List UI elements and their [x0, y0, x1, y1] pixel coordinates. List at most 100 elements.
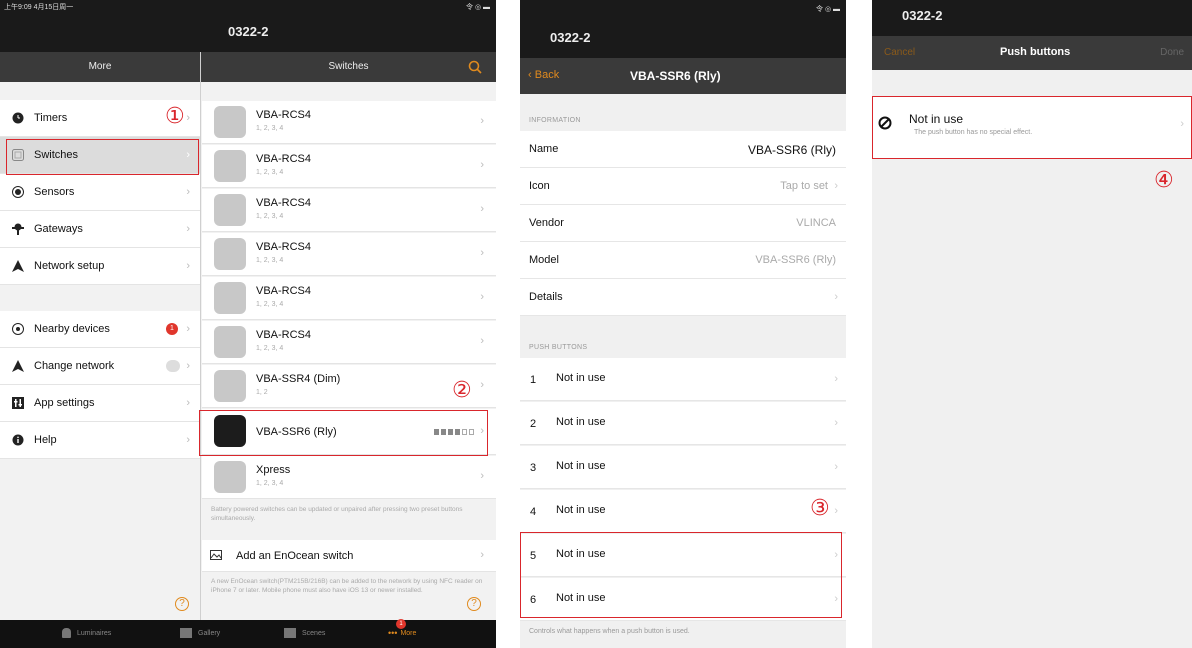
menu-item-network-setup[interactable]: Network setup ›	[0, 248, 200, 285]
device-title: 0322-2	[228, 24, 269, 39]
chevron-right-icon: ›	[186, 112, 190, 124]
row-label: Details	[529, 291, 563, 303]
switch-row[interactable]: Xpress 1, 2, 3, 4 ›	[202, 456, 496, 499]
switch-buttons: 1, 2, 3, 4	[256, 480, 284, 487]
menu-item-sensors[interactable]: Sensors ›	[0, 174, 200, 211]
switch-thumbnail	[214, 370, 246, 402]
chevron-right-icon: ›	[834, 461, 838, 473]
switch-row[interactable]: VBA-RCS4 1, 2, 3, 4 ›	[202, 321, 496, 364]
tab-gallery[interactable]: Gallery	[180, 628, 220, 638]
chevron-right-icon: ›	[834, 180, 838, 192]
menu-label: Change network	[34, 360, 115, 372]
status-bar-time: 上午9:09 4月15日周一	[4, 4, 74, 11]
tab-bar: Luminaires Gallery Scenes ••• More 1	[0, 619, 496, 648]
switch-row[interactable]: VBA-RCS4 1, 2, 3, 4 ›	[202, 277, 496, 320]
back-label: Back	[534, 69, 560, 81]
tab-scenes[interactable]: Scenes	[284, 628, 325, 638]
switch-buttons: 1, 2, 3, 4	[256, 301, 284, 308]
switch-buttons: 1, 2, 3, 4	[256, 257, 284, 264]
more-dots-icon: •••	[388, 628, 398, 638]
add-switch-row[interactable]: Add an EnOcean switch ›	[202, 540, 496, 572]
device-title: 0322-2	[902, 8, 943, 23]
chevron-right-icon: ›	[834, 291, 838, 303]
split-divider	[200, 52, 201, 620]
network-icon	[12, 360, 24, 372]
phone-push-button-picker: 0322-2 Cancel Push buttons Done Not in u…	[872, 0, 1192, 648]
cancel-button[interactable]: Cancel	[884, 47, 915, 58]
more-nav-bar: More	[0, 52, 200, 82]
settings-icon	[12, 397, 24, 409]
switch-buttons: 1, 2, 3, 4	[256, 169, 284, 176]
status-bar-icons: 令 ◎ ▬	[816, 6, 840, 13]
step-marker-1: ①	[165, 104, 185, 129]
back-button[interactable]: ‹ Back	[528, 69, 559, 81]
help-icon	[12, 434, 24, 446]
push-button-row[interactable]: 2 Not in use ›	[520, 402, 846, 445]
menu-label: Timers	[34, 112, 68, 124]
tab-more[interactable]: ••• More	[388, 628, 416, 638]
section-header-push-buttons: PUSH BUTTONS	[529, 344, 588, 351]
menu-label: Gateways	[34, 223, 83, 235]
info-row-name[interactable]: Name VBA-SSR6 (Rly)	[520, 131, 846, 168]
highlight-box-2	[199, 410, 488, 456]
menu-label: Help	[34, 434, 57, 446]
tab-label: Luminaires	[77, 629, 112, 637]
chevron-right-icon: ›	[480, 115, 484, 127]
scenes-icon	[284, 628, 296, 638]
button-action: Not in use	[556, 416, 606, 428]
sensor-icon	[12, 186, 24, 198]
button-action: Not in use	[556, 372, 606, 384]
battery-note: Battery powered switches can be updated …	[211, 506, 463, 522]
push-button-row[interactable]: 1 Not in use ›	[520, 358, 846, 401]
phone-device-detail-screen: 令 ◎ ▬ 0322-2 ‹ Back VBA-SSR6 (Rly) INFOR…	[520, 0, 846, 648]
nav-title: Push buttons	[1000, 46, 1071, 58]
search-icon[interactable]	[468, 60, 482, 74]
switches-nav-bar: Switches	[201, 52, 496, 82]
nav-bar: ‹ Back VBA-SSR6 (Rly)	[520, 58, 846, 94]
info-row-details[interactable]: Details ›	[520, 279, 846, 316]
step-marker-4: ④	[1154, 168, 1174, 193]
chevron-right-icon: ›	[186, 186, 190, 198]
add-switch-label: Add an EnOcean switch	[236, 550, 354, 562]
lamp-icon	[62, 628, 71, 638]
tab-luminaires[interactable]: Luminaires	[62, 628, 111, 638]
switch-row[interactable]: VBA-RCS4 1, 2, 3, 4 ›	[202, 145, 496, 188]
help-icon[interactable]: ?	[175, 597, 189, 611]
chevron-right-icon: ›	[480, 549, 484, 561]
status-bar-icons: 令 ◎ ▬	[466, 4, 490, 11]
row-value: VBA-SSR6 (Rly)	[747, 143, 836, 157]
switch-name: VBA-RCS4	[256, 109, 312, 121]
switch-row[interactable]: VBA-RCS4 1, 2, 3, 4 ›	[202, 233, 496, 276]
tab-label: More	[400, 629, 417, 637]
top-bar: 上午9:09 4月15日周一 令 ◎ ▬ 0322-2	[0, 0, 496, 52]
push-button-row[interactable]: 4 Not in use ›	[520, 490, 846, 533]
chevron-right-icon: ›	[834, 505, 838, 517]
nav-bar: Cancel Push buttons Done	[872, 36, 1192, 70]
info-row-icon[interactable]: Icon Tap to set ›	[520, 168, 846, 205]
section-header-information: INFORMATION	[529, 117, 581, 124]
chevron-right-icon: ›	[480, 379, 484, 391]
gateway-icon	[12, 223, 24, 235]
help-icon[interactable]: ?	[467, 597, 481, 611]
row-value: VLINCA	[796, 217, 836, 229]
switch-row[interactable]: VBA-RCS4 1, 2, 3, 4 ›	[202, 189, 496, 232]
switch-name: VBA-RCS4	[256, 329, 312, 341]
menu-item-change-network[interactable]: Change network ›	[0, 348, 200, 385]
chevron-right-icon: ›	[480, 247, 484, 259]
switch-thumbnail	[214, 238, 246, 270]
tab-label: Scenes	[302, 629, 326, 637]
done-button[interactable]: Done	[1160, 47, 1184, 58]
push-button-row[interactable]: 3 Not in use ›	[520, 446, 846, 489]
switch-thumbnail	[214, 106, 246, 138]
menu-item-gateways[interactable]: Gateways ›	[0, 211, 200, 248]
chevron-right-icon: ›	[480, 203, 484, 215]
menu-item-app-settings[interactable]: App settings ›	[0, 385, 200, 422]
menu-item-help[interactable]: Help ›	[0, 422, 200, 459]
menu-label: App settings	[34, 397, 95, 409]
switch-row[interactable]: VBA-RCS4 1, 2, 3, 4 ›	[202, 101, 496, 144]
menu-item-nearby-devices[interactable]: Nearby devices 1 ›	[0, 311, 200, 348]
switch-thumbnail	[214, 282, 246, 314]
row-value: VBA-SSR6 (Rly)	[755, 254, 836, 266]
gallery-icon	[180, 628, 192, 638]
chevron-right-icon: ›	[834, 417, 838, 429]
